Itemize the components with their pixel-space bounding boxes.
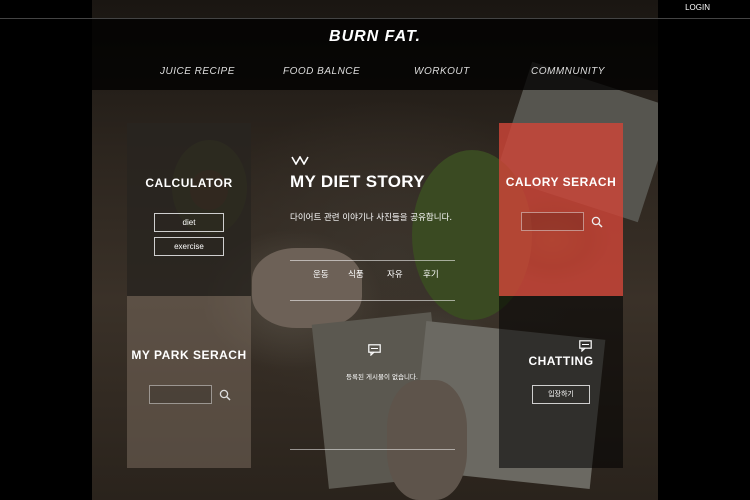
nav-juice-recipe[interactable]: JUICE RECIPE bbox=[160, 66, 235, 77]
enter-chat-button[interactable]: 입장하기 bbox=[532, 385, 590, 404]
tab-top-divider bbox=[290, 260, 455, 261]
nav-food-balance[interactable]: FOOD BALNCE bbox=[283, 66, 360, 77]
exercise-button[interactable]: exercise bbox=[154, 237, 224, 256]
site-logo[interactable]: BURN FAT. bbox=[92, 28, 658, 46]
tab-bottom-divider bbox=[290, 300, 455, 301]
calculator-panel: CALCULATOR diet exercise bbox=[127, 123, 251, 296]
search-icon[interactable] bbox=[591, 216, 603, 228]
calory-search-panel: CALORY SERACH bbox=[499, 123, 623, 296]
empty-post-notice: 등록된 게시물이 없습니다. bbox=[346, 373, 418, 381]
site-header: BURN FAT. JUICE RECIPE FOOD BALNCE WORKO… bbox=[92, 19, 658, 90]
park-search-input[interactable] bbox=[149, 385, 212, 404]
search-icon[interactable] bbox=[219, 389, 231, 401]
login-link[interactable]: LOGIN bbox=[685, 3, 710, 12]
nav-workout[interactable]: WORKOUT bbox=[414, 66, 470, 77]
calory-search-input[interactable] bbox=[521, 212, 584, 231]
chatting-title: CHATTING bbox=[528, 354, 594, 368]
story-subtitle: 다이어트 관련 이야기나 사진들을 공유합니다. bbox=[290, 213, 453, 223]
tab-food[interactable]: 식품 bbox=[348, 268, 364, 280]
tab-free[interactable]: 자유 bbox=[387, 268, 403, 280]
board-icon bbox=[368, 344, 381, 356]
story-bottom-divider bbox=[290, 449, 455, 450]
diet-button[interactable]: diet bbox=[154, 213, 224, 232]
calory-search-title: CALORY SERACH bbox=[505, 175, 617, 189]
tab-review[interactable]: 후기 bbox=[423, 268, 439, 280]
park-search-panel: MY PARK SERACH bbox=[127, 296, 251, 468]
chat-icon bbox=[579, 340, 592, 352]
calculator-title: CALCULATOR bbox=[145, 176, 233, 190]
nav-community[interactable]: COMMNUNITY bbox=[531, 66, 605, 77]
tab-exercise[interactable]: 운동 bbox=[313, 268, 329, 280]
story-title: MY DIET STORY bbox=[290, 172, 425, 191]
park-search-title: MY PARK SERACH bbox=[131, 348, 247, 362]
chatting-panel: CHATTING bbox=[499, 296, 623, 468]
wave-icon bbox=[291, 156, 309, 165]
